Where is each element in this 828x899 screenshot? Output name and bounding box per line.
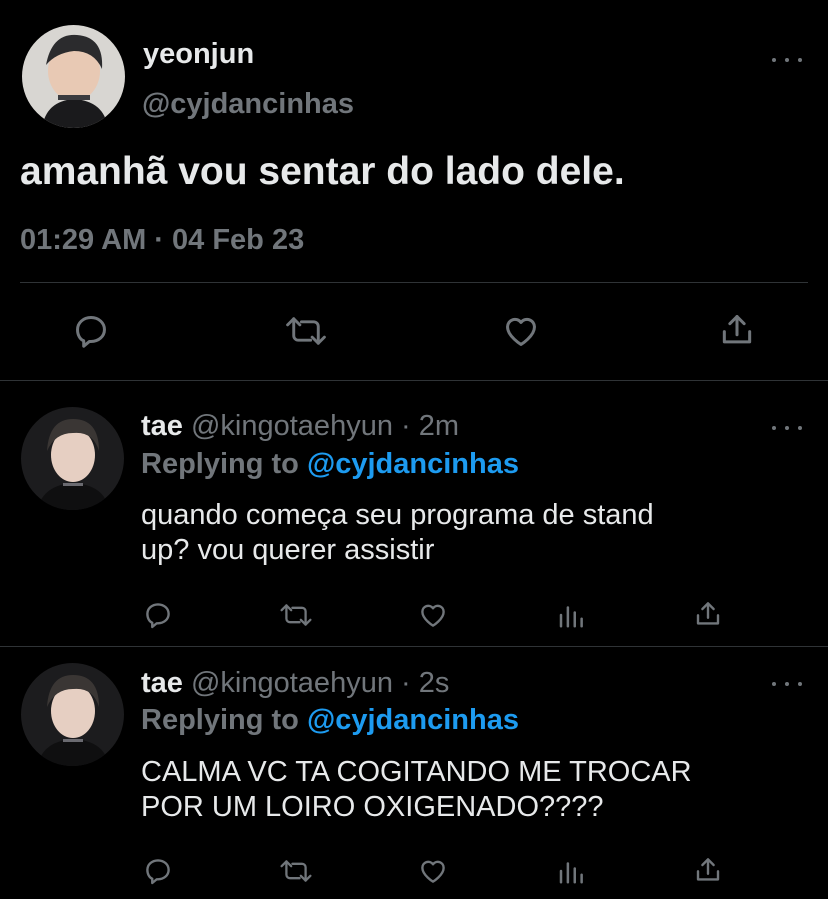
avatar[interactable]	[21, 407, 124, 510]
replying-to-label: Replying to	[141, 704, 299, 736]
divider	[0, 380, 828, 381]
author-handle[interactable]: @kingotaehyun	[191, 410, 393, 442]
author-name[interactable]: yeonjun	[143, 38, 254, 71]
share-icon[interactable]	[693, 598, 723, 630]
author-name[interactable]: tae	[141, 410, 183, 442]
replying-to-label: Replying to	[141, 448, 299, 480]
like-icon[interactable]	[417, 600, 449, 630]
share-icon[interactable]	[718, 310, 756, 350]
retweet-icon[interactable]	[278, 600, 314, 630]
tweet-timestamp[interactable]: 01:29 AM · 04 Feb 23	[20, 224, 304, 257]
analytics-icon[interactable]	[556, 600, 586, 630]
reply-text-line: quando começa seu programa de stand	[141, 499, 654, 531]
reply-time[interactable]: · 2s	[401, 667, 449, 699]
avatar[interactable]	[22, 25, 125, 128]
divider	[20, 282, 808, 283]
reply-time[interactable]: · 2m	[401, 410, 459, 442]
reply-text: CALMA VC TA COGITANDO ME TROCAR POR UM L…	[141, 755, 692, 825]
retweet-icon[interactable]	[278, 856, 314, 886]
avatar[interactable]	[21, 663, 124, 766]
analytics-icon[interactable]	[556, 856, 586, 886]
reply-icon[interactable]	[143, 600, 173, 630]
more-options-icon[interactable]	[772, 418, 802, 438]
author-name[interactable]: tae	[141, 667, 183, 699]
share-icon[interactable]	[693, 854, 723, 886]
author-handle[interactable]: @kingotaehyun	[191, 667, 393, 699]
reply-icon[interactable]	[143, 856, 173, 886]
divider	[0, 646, 828, 647]
reply-text-line: POR UM LOIRO OXIGENADO????	[141, 791, 604, 823]
like-icon[interactable]	[501, 312, 541, 350]
replying-to-handle[interactable]: @cyjdancinhas	[307, 704, 519, 736]
replying-to-handle[interactable]: @cyjdancinhas	[307, 448, 519, 480]
more-options-icon[interactable]	[772, 50, 802, 70]
reply-text: quando começa seu programa de stand up? …	[141, 498, 654, 568]
more-options-icon[interactable]	[772, 674, 802, 694]
like-icon[interactable]	[417, 856, 449, 886]
retweet-icon[interactable]	[283, 312, 329, 350]
author-handle[interactable]: @cyjdancinhas	[142, 88, 354, 121]
reply-text-line: up? vou querer assistir	[141, 534, 435, 566]
reply-text-line: CALMA VC TA COGITANDO ME TROCAR	[141, 756, 692, 788]
tweet-text: amanhã vou sentar do lado dele.	[20, 150, 625, 193]
reply-icon[interactable]	[72, 312, 110, 350]
